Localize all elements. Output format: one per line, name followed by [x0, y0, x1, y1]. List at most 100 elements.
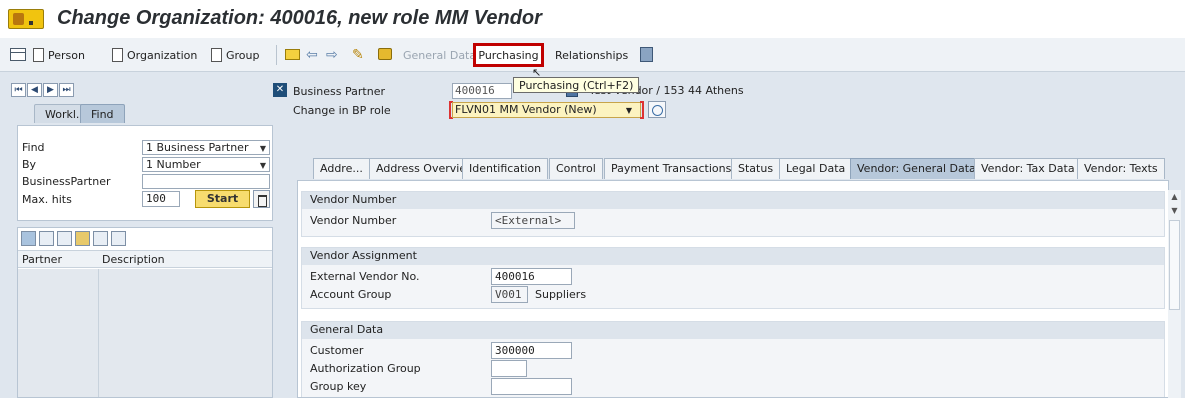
- details-icon[interactable]: [21, 231, 36, 246]
- filter-icon[interactable]: [75, 231, 90, 246]
- worklist-toggle-icon[interactable]: [10, 48, 26, 61]
- tab-control[interactable]: Control: [549, 158, 603, 179]
- group-key-input[interactable]: [491, 378, 572, 395]
- tab-address[interactable]: Addre...: [313, 158, 370, 179]
- result-table-header: Partner Description: [18, 250, 272, 268]
- vendor-number-group-title: Vendor Number: [302, 192, 1164, 209]
- customer-label: Customer: [310, 344, 364, 357]
- search-criteria-box: Find 1 Business Partner ▼ By 1 Number ▼ …: [17, 125, 273, 221]
- forward-arrow-icon[interactable]: ⇨: [326, 47, 338, 63]
- by-select[interactable]: 1 Number ▼: [142, 157, 270, 172]
- account-group-description: Suppliers: [535, 288, 587, 301]
- group-button[interactable]: Group: [211, 47, 260, 63]
- sort-icon[interactable]: [93, 231, 108, 246]
- business-partner-input[interactable]: [142, 174, 270, 189]
- app-menu-icon[interactable]: [8, 9, 44, 29]
- other-partner-icon[interactable]: [378, 48, 392, 60]
- tab-status[interactable]: Status: [731, 158, 781, 179]
- max-hits-input[interactable]: 100: [142, 191, 180, 207]
- previous-page-icon[interactable]: ◀: [27, 83, 42, 97]
- trash-icon[interactable]: [253, 190, 270, 208]
- business-partner-header-label: Business Partner: [293, 85, 385, 98]
- scroll-up-icon[interactable]: ▲: [1169, 192, 1180, 201]
- person-button[interactable]: Person: [33, 47, 85, 63]
- tab-vendor-texts[interactable]: Vendor: Texts: [1077, 158, 1165, 179]
- vendor-number-label: Vendor Number: [310, 214, 397, 227]
- column-partner[interactable]: Partner: [22, 253, 62, 266]
- authorization-group-label: Authorization Group: [310, 362, 421, 375]
- general-data-group-title: General Data: [302, 322, 1164, 339]
- first-page-icon[interactable]: ⏮: [11, 83, 26, 97]
- external-vendor-input[interactable]: 400016: [491, 268, 572, 285]
- display-change-icon[interactable]: ✎: [352, 47, 364, 63]
- purchasing-label: Purchasing: [478, 48, 539, 62]
- start-button[interactable]: Start: [195, 190, 250, 208]
- by-select-value: 1 Number: [146, 158, 201, 171]
- chevron-down-icon: ▼: [259, 161, 266, 170]
- tab-legal-data[interactable]: Legal Data: [779, 158, 853, 179]
- chevron-down-icon: ▼: [625, 106, 632, 115]
- last-page-icon[interactable]: ⏭: [59, 83, 74, 97]
- organization-button[interactable]: Organization: [112, 47, 197, 63]
- group-key-label: Group key: [310, 380, 367, 393]
- find-select-value: 1 Business Partner: [146, 141, 249, 154]
- vendor-number-group: Vendor Number Vendor Number <External>: [301, 191, 1165, 237]
- organization-label: Organization: [127, 48, 198, 62]
- authorization-group-input[interactable]: [491, 360, 527, 377]
- account-group-field: V001: [491, 286, 528, 303]
- vendor-assignment-group: Vendor Assignment External Vendor No. 40…: [301, 247, 1165, 309]
- tab-content-panel: Vendor Number Vendor Number <External> V…: [297, 180, 1169, 398]
- vendor-assignment-group-title: Vendor Assignment: [302, 248, 1164, 265]
- settings-icon[interactable]: [640, 47, 653, 62]
- find-select[interactable]: 1 Business Partner ▼: [142, 140, 270, 155]
- bp-role-select[interactable]: FLVN01 MM Vendor (New) ▼: [452, 102, 641, 118]
- vendor-number-field: <External>: [491, 212, 575, 229]
- back-arrow-icon[interactable]: ⇦: [306, 47, 318, 63]
- max-hits-label: Max. hits: [22, 193, 72, 206]
- tab-identification[interactable]: Identification: [462, 158, 549, 179]
- application-toolbar: Person Organization Group ⇦ ⇨ ✎ General …: [0, 38, 1185, 72]
- close-locator-icon[interactable]: ✕: [273, 83, 287, 97]
- layout-icon[interactable]: [111, 231, 126, 246]
- relationships-button[interactable]: Relationships: [555, 47, 628, 63]
- toolbar-separator: [276, 45, 277, 65]
- tooltip: Purchasing (Ctrl+F2): [513, 77, 640, 93]
- find-next-icon[interactable]: [57, 231, 72, 246]
- title-bar: Change Organization: 400016, new role MM…: [0, 0, 1185, 38]
- customer-input[interactable]: 300000: [491, 342, 572, 359]
- chevron-down-icon: ▼: [259, 144, 266, 153]
- tab-vendor-tax-data[interactable]: Vendor: Tax Data: [974, 158, 1082, 179]
- tab-payment-transactions[interactable]: Payment Transactions: [604, 158, 739, 179]
- role-highlight-right: [640, 101, 644, 119]
- business-partner-field[interactable]: 400016: [452, 83, 512, 99]
- document-icon: [33, 48, 44, 62]
- general-data-label: General Data: [403, 48, 477, 62]
- role-details-icon[interactable]: [648, 101, 666, 118]
- general-data-group: General Data Customer 300000 Authorizati…: [301, 321, 1165, 397]
- scroll-down-icon[interactable]: ▼: [1169, 206, 1180, 215]
- business-partner-label: BusinessPartner: [22, 175, 111, 188]
- bp-role-value: FLVN01 MM Vendor (New): [455, 103, 597, 116]
- find-label: Find: [22, 141, 45, 154]
- page-title: Change Organization: 400016, new role MM…: [57, 7, 542, 29]
- relationships-label: Relationships: [555, 48, 629, 62]
- general-data-button[interactable]: General Data: [403, 47, 476, 63]
- bp-role-label: Change in BP role: [293, 104, 391, 117]
- tab-vendor-general-data[interactable]: Vendor: General Data: [850, 158, 983, 179]
- purchasing-button[interactable]: Purchasing: [473, 43, 544, 67]
- find-icon[interactable]: [39, 231, 54, 246]
- column-description[interactable]: Description: [102, 253, 165, 266]
- result-toolbar: [21, 231, 126, 249]
- next-page-icon[interactable]: ▶: [43, 83, 58, 97]
- result-list: Partner Description: [17, 227, 273, 398]
- scrollbar-thumb[interactable]: [1169, 220, 1180, 310]
- by-label: By: [22, 158, 37, 171]
- group-label: Group: [226, 48, 260, 62]
- document-icon: [112, 48, 123, 62]
- folder-icon[interactable]: [285, 49, 300, 60]
- mouse-cursor-icon: ↖: [532, 66, 542, 79]
- account-group-label: Account Group: [310, 288, 392, 301]
- external-vendor-label: External Vendor No.: [310, 270, 420, 283]
- tab-find[interactable]: Find: [80, 104, 125, 123]
- person-label: Person: [48, 48, 85, 62]
